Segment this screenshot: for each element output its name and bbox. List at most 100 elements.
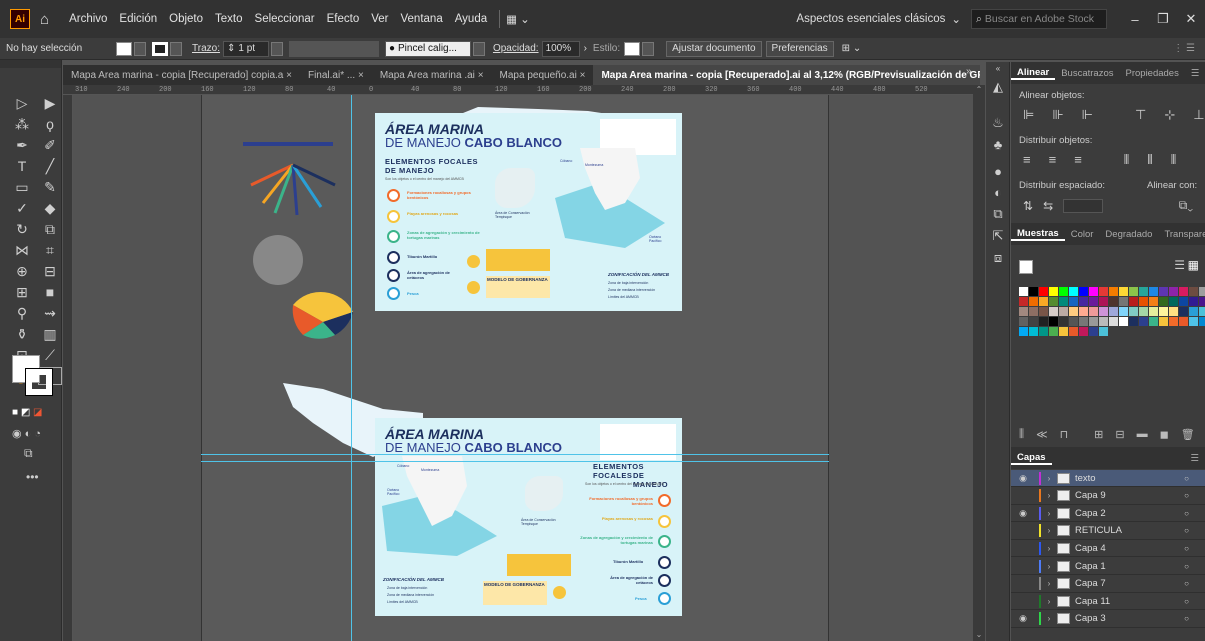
tabs-overflow-icon[interactable]: »	[966, 66, 972, 77]
brush-dropdown[interactable]	[472, 41, 485, 56]
layer-target-icon[interactable]: ○	[1184, 544, 1189, 553]
swatch-kind-icon[interactable]: ⊓	[1060, 428, 1069, 441]
color-swatch[interactable]	[1069, 297, 1078, 306]
color-swatch[interactable]	[1089, 287, 1098, 296]
color-swatch[interactable]	[1189, 287, 1198, 296]
stroke-weight-field[interactable]: ⇕ 1 pt	[222, 40, 269, 57]
tab-document-2[interactable]: Final.ai* ... ×	[300, 65, 372, 85]
perspective-grid-icon[interactable]: ⊟	[38, 262, 62, 280]
color-swatch[interactable]	[1169, 287, 1178, 296]
color-swatch[interactable]	[1149, 307, 1158, 316]
layer-row[interactable]: › Capa 4 ○	[1011, 540, 1205, 558]
layers-menu-icon[interactable]: ☰	[1184, 453, 1205, 464]
layer-row[interactable]: › RETICULA ○	[1011, 523, 1205, 540]
controlbar-menu-icon[interactable]: ⋮ ☰	[1173, 43, 1195, 54]
guide-vertical[interactable]	[351, 95, 352, 641]
tab-close-icon[interactable]: ×	[358, 70, 364, 81]
color-swatch[interactable]	[1099, 287, 1108, 296]
tab-transparencia[interactable]: Transparen	[1158, 229, 1205, 240]
tab-close-icon[interactable]: ×	[580, 70, 586, 81]
vertical-scrollbar[interactable]: ⌃ ⌄	[973, 85, 985, 641]
color-swatch[interactable]	[1049, 297, 1058, 306]
rotate-tool-icon[interactable]: ↻	[10, 220, 34, 238]
layer-row[interactable]: ◉ › texto ○	[1011, 470, 1205, 487]
symbol-dock-icon[interactable]: ♣	[986, 137, 1010, 152]
screen-mode-icon[interactable]: ⧉	[24, 446, 33, 461]
spacing-field[interactable]	[1063, 198, 1104, 213]
color-swatch[interactable]	[1179, 307, 1188, 316]
layer-row[interactable]: › Capa 11 ○	[1011, 593, 1205, 611]
color-swatch[interactable]	[1059, 327, 1068, 336]
transparency-dock-icon[interactable]: ◐	[986, 185, 1010, 200]
tab-document-active[interactable]: Mapa Area marina - copia [Recuperado].ai…	[593, 65, 980, 85]
color-swatch[interactable]	[1179, 297, 1188, 306]
layer-row[interactable]: › Capa 9 ○	[1011, 488, 1205, 505]
pathfinder-dock-icon[interactable]: ⧈	[986, 250, 1010, 266]
color-swatch[interactable]	[1019, 307, 1028, 316]
color-swatch[interactable]	[1109, 297, 1118, 306]
color-swatch[interactable]	[1129, 317, 1138, 326]
color-swatch[interactable]	[1029, 317, 1038, 326]
rectangle-tool-icon[interactable]: ▭	[10, 178, 34, 196]
color-swatch[interactable]	[1099, 297, 1108, 306]
color-swatch[interactable]	[1159, 317, 1168, 326]
color-swatch[interactable]	[1119, 317, 1128, 326]
gradient-tool-icon[interactable]: ■	[38, 283, 62, 301]
color-swatch[interactable]	[1069, 287, 1078, 296]
layer-target-icon[interactable]: ○	[1184, 562, 1189, 571]
guide-horizontal[interactable]	[201, 454, 829, 455]
color-swatch[interactable]	[1189, 307, 1198, 316]
eraser-tool-icon[interactable]: ◆	[38, 199, 62, 217]
layer-row[interactable]: ◉ › Capa 3 ○	[1011, 611, 1205, 628]
layer-row[interactable]: ◉ › Capa 2 ○	[1011, 505, 1205, 523]
color-swatch[interactable]	[1049, 307, 1058, 316]
color-swatch[interactable]	[1069, 327, 1078, 336]
menu-texto[interactable]: Texto	[209, 13, 249, 25]
tab-propiedades[interactable]: Propiedades	[1120, 68, 1185, 79]
color-swatch[interactable]	[1089, 307, 1098, 316]
dist-hspace-icon[interactable]: ⇆	[1043, 199, 1053, 213]
edit-toolbar-icon[interactable]: •••	[26, 470, 39, 484]
menu-objeto[interactable]: Objeto	[163, 13, 209, 25]
color-swatch[interactable]	[1129, 297, 1138, 306]
visibility-eye-icon[interactable]: ◉	[1011, 508, 1035, 519]
color-swatch[interactable]	[1139, 287, 1148, 296]
line-tool-icon[interactable]: ╱	[38, 157, 62, 175]
artboard-top[interactable]: ÁREA MARINA DE MANEJO CABO BLANCO ELEMEN…	[375, 113, 682, 311]
layer-row[interactable]: › Capa 7 ○	[1011, 576, 1205, 593]
home-icon[interactable]: ⌂	[40, 11, 49, 28]
color-swatch[interactable]	[1079, 307, 1088, 316]
expand-arrow-icon[interactable]: ›	[1041, 544, 1057, 553]
color-swatch[interactable]	[1109, 287, 1118, 296]
align-left-icon[interactable]: ⊫	[1023, 107, 1034, 123]
dist-left-icon[interactable]: ⫴	[1124, 152, 1129, 168]
dist-top-icon[interactable]: ≡	[1023, 152, 1031, 168]
color-swatch[interactable]	[1189, 297, 1198, 306]
fill-stroke-widget[interactable]	[12, 355, 54, 397]
align-to-dropdown[interactable]: ⧉⌄	[1179, 198, 1193, 213]
color-swatch[interactable]	[1109, 307, 1118, 316]
expand-arrow-icon[interactable]: ›	[1041, 509, 1057, 518]
fit-document-button[interactable]: Ajustar documento	[666, 40, 762, 57]
paintbrush-tool-icon[interactable]: ✎	[38, 178, 62, 196]
color-swatch[interactable]	[1089, 327, 1098, 336]
color-swatch[interactable]	[1169, 317, 1178, 326]
tab-document-3[interactable]: Mapa Area marina .ai ×	[372, 65, 492, 85]
stroke-label[interactable]: Trazo:	[192, 43, 220, 54]
magic-wand-icon[interactable]: ⁂	[10, 115, 34, 133]
variable-width-profile[interactable]	[288, 40, 379, 57]
tab-alinear[interactable]: Alinear	[1011, 67, 1056, 80]
workspace-switcher[interactable]: Aspectos esenciales clásicos	[796, 13, 945, 25]
opacity-field[interactable]: 100%	[541, 40, 580, 57]
dist-bottom-icon[interactable]: ≡	[1074, 152, 1082, 168]
type-tool-icon[interactable]: T	[10, 157, 34, 175]
color-swatch[interactable]	[1049, 327, 1058, 336]
align-vcenter-icon[interactable]: ⊹	[1164, 107, 1175, 123]
symbol-sprayer-icon[interactable]: ⚱	[10, 325, 34, 343]
color-swatch[interactable]	[1039, 307, 1048, 316]
color-mode-buttons[interactable]: ■ ◩ ◪	[12, 407, 43, 418]
vertical-ruler[interactable]	[63, 95, 73, 641]
dist-right-icon[interactable]: ⫴	[1171, 152, 1176, 168]
graphic-style-swatch[interactable]	[624, 41, 641, 56]
color-swatch[interactable]	[1139, 297, 1148, 306]
